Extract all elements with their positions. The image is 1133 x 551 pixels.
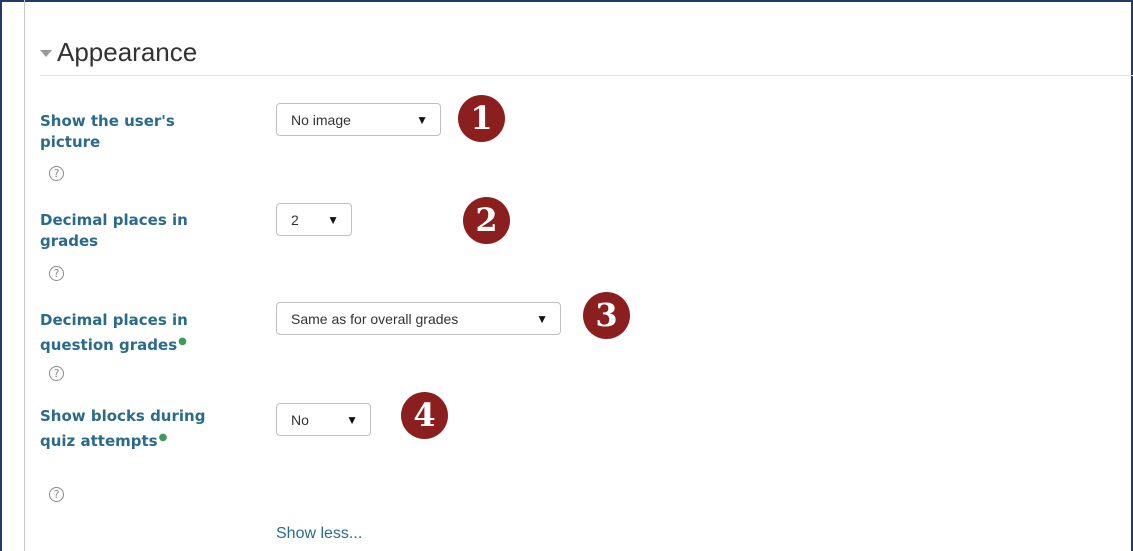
callout-badge-1: 1: [458, 95, 505, 142]
collapse-arrow-icon[interactable]: [40, 49, 52, 57]
select-value: Same as for overall grades: [291, 310, 459, 327]
select-value: No image: [291, 111, 351, 128]
section-divider: [40, 75, 1133, 76]
user-picture-select[interactable]: No image ▼: [276, 103, 441, 136]
setting-label-decimal-places-question-grades: Decimal places in question grades●: [40, 311, 188, 354]
setting-label-decimal-places-grades: Decimal places in grades: [40, 211, 188, 250]
show-blocks-select[interactable]: No ▼: [276, 403, 371, 436]
section-header-appearance[interactable]: Appearance: [40, 34, 197, 70]
dropdown-caret-icon: ▼: [416, 112, 428, 127]
fieldset-border: [24, 0, 25, 551]
dropdown-caret-icon: ▼: [346, 412, 358, 427]
page-frame: [0, 0, 1133, 551]
help-icon[interactable]: ?: [49, 487, 64, 502]
decimal-places-grades-select[interactable]: 2 ▼: [276, 203, 352, 236]
callout-badge-3: 3: [583, 292, 630, 339]
help-icon[interactable]: ?: [49, 366, 64, 381]
setting-label-show-blocks: Show blocks during quiz attempts●: [40, 407, 206, 450]
section-title: Appearance: [57, 36, 198, 67]
help-icon[interactable]: ?: [49, 166, 64, 181]
select-value: No: [291, 411, 309, 428]
decimal-places-question-grades-select[interactable]: Same as for overall grades ▼: [276, 302, 561, 335]
select-value: 2: [291, 211, 299, 228]
setting-label-user-picture: Show the user's picture: [40, 112, 175, 151]
dropdown-caret-icon: ▼: [327, 212, 339, 227]
required-marker: ●: [178, 336, 187, 347]
help-icon[interactable]: ?: [49, 266, 64, 281]
required-marker: ●: [158, 432, 168, 443]
show-less-link[interactable]: Show less...: [276, 525, 362, 543]
dropdown-caret-icon: ▼: [536, 311, 548, 326]
callout-badge-4: 4: [401, 392, 448, 439]
callout-badge-2: 2: [463, 197, 510, 244]
